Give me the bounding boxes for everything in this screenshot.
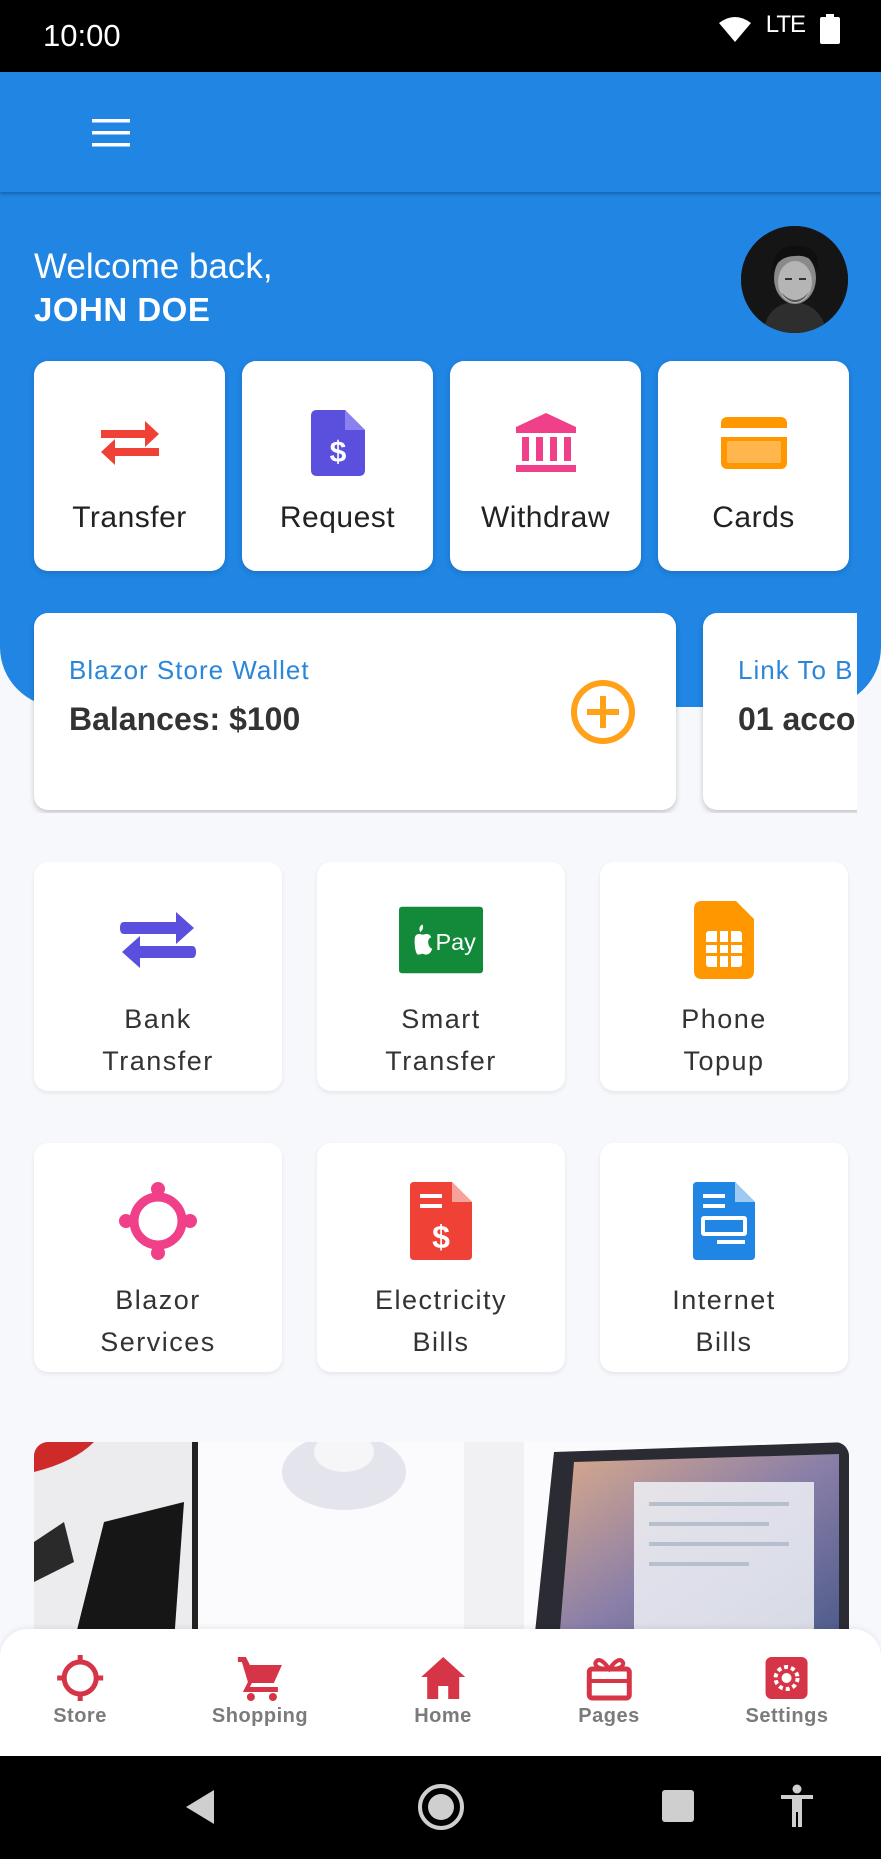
gear-icon <box>762 1655 812 1701</box>
recents-button[interactable] <box>661 1789 695 1828</box>
cards-label: Cards <box>712 501 795 534</box>
back-button[interactable] <box>182 1788 216 1831</box>
avatar[interactable] <box>741 226 848 333</box>
nav-store-label: Store <box>53 1705 107 1727</box>
promo-banner[interactable] <box>34 1442 849 1642</box>
request-action-card[interactable]: $ Request <box>242 361 433 571</box>
network-type: LTE <box>765 11 806 38</box>
wallet-title: Blazor Store Wallet <box>69 655 310 685</box>
banner-image <box>34 1442 849 1642</box>
transfer-action-card[interactable]: Transfer <box>34 361 225 571</box>
battery-icon <box>820 14 840 44</box>
linked-accounts: 01 acco <box>738 701 856 737</box>
transfer-label: Transfer <box>72 501 187 534</box>
system-navigation-bar <box>0 1756 881 1859</box>
blazor-services-card[interactable]: Blazor Services <box>34 1143 282 1372</box>
electricity-bills-card[interactable]: $ Electricity Bills <box>317 1143 565 1372</box>
community-icon <box>116 1179 200 1263</box>
wallet-card[interactable]: Blazor Store Wallet Balances: $100 <box>34 613 676 810</box>
apple-pay-text: Pay <box>435 929 476 955</box>
home-circle-icon <box>418 1784 464 1830</box>
user-name: JOHN DOE <box>34 291 211 328</box>
menu-button[interactable] <box>84 106 138 160</box>
app-bar <box>0 72 881 192</box>
status-time: 10:00 <box>43 18 121 53</box>
nav-pages[interactable]: Pages <box>578 1655 639 1728</box>
status-icons: LTE <box>718 11 841 44</box>
nav-home[interactable]: Home <box>414 1655 472 1728</box>
internet-bills-card[interactable]: Internet Bills <box>600 1143 848 1372</box>
nav-pages-label: Pages <box>578 1705 640 1727</box>
home-icon <box>418 1655 468 1701</box>
invoice-dollar-icon: $ <box>302 407 374 479</box>
svg-text:$: $ <box>329 436 346 469</box>
wallet-balance: Balances: $100 <box>69 701 301 737</box>
nav-store[interactable]: Store <box>53 1655 107 1728</box>
request-label: Request <box>279 501 396 534</box>
cards-action-card[interactable]: Cards <box>658 361 849 571</box>
smart-transfer-card[interactable]: Pay Smart Transfer <box>317 862 565 1091</box>
greeting-text: Welcome back, <box>34 247 273 286</box>
electricity-bills-label: Electricity Bills <box>374 1285 507 1357</box>
bank-transfer-card[interactable]: Bank Transfer <box>34 862 282 1091</box>
welcome-block: Welcome back, JOHN DOE <box>34 246 273 332</box>
status-bar: 10:00 LTE <box>0 0 881 72</box>
bank-transfer-label: Bank Transfer <box>102 1004 214 1076</box>
document-icon <box>682 1179 766 1263</box>
nav-shopping-label: Shopping <box>211 1705 309 1727</box>
accessibility-icon <box>781 1784 813 1827</box>
cart-icon <box>235 1655 285 1701</box>
link-bank-card[interactable]: Link To B 01 acco <box>703 613 857 810</box>
internet-bills-label: Internet Bills <box>672 1285 776 1357</box>
smart-transfer-label: Smart Transfer <box>385 1004 497 1076</box>
quick-actions: Transfer $ Request Withdraw Cards <box>34 361 849 571</box>
withdraw-label: Withdraw <box>480 501 611 534</box>
bill-dollar-icon: $ <box>399 1179 483 1263</box>
nav-settings-label: Settings <box>745 1705 829 1727</box>
hamburger-menu-icon <box>92 119 130 147</box>
svg-text:$: $ <box>432 1219 450 1255</box>
nav-settings[interactable]: Settings <box>746 1655 829 1728</box>
gift-icon <box>584 1655 634 1701</box>
services-grid: Bank Transfer Pay Smart Transfer Phone T… <box>34 862 849 1372</box>
back-triangle-icon <box>186 1790 214 1824</box>
phone-topup-card[interactable]: Phone Topup <box>600 862 848 1091</box>
add-funds-button[interactable] <box>570 679 636 745</box>
wallet-carousel[interactable]: Blazor Store Wallet Balances: $100 Link … <box>0 613 857 813</box>
apple-pay-icon: Pay <box>399 898 483 982</box>
withdraw-action-card[interactable]: Withdraw <box>450 361 641 571</box>
crosshair-icon <box>55 1655 105 1701</box>
user-photo <box>741 226 848 333</box>
swap-arrows-icon <box>94 407 166 479</box>
wifi-icon <box>718 17 751 42</box>
accessibility-button[interactable] <box>780 1784 814 1833</box>
recents-square-icon <box>662 1790 694 1822</box>
credit-card-icon <box>718 407 790 479</box>
bottom-navigation: Store Shopping Home Pages Settings <box>0 1629 881 1756</box>
nav-shopping[interactable]: Shopping <box>212 1655 308 1728</box>
home-system-button[interactable] <box>416 1782 466 1837</box>
phone-topup-label: Phone Topup <box>681 1004 767 1076</box>
nav-home-label: Home <box>414 1705 472 1727</box>
swap-arrows-icon <box>116 898 200 982</box>
add-circle-icon <box>571 680 635 744</box>
bank-icon <box>510 407 582 479</box>
sim-card-icon <box>682 898 766 982</box>
link-bank-title: Link To B <box>738 655 854 685</box>
blazor-services-label: Blazor Services <box>100 1285 216 1357</box>
